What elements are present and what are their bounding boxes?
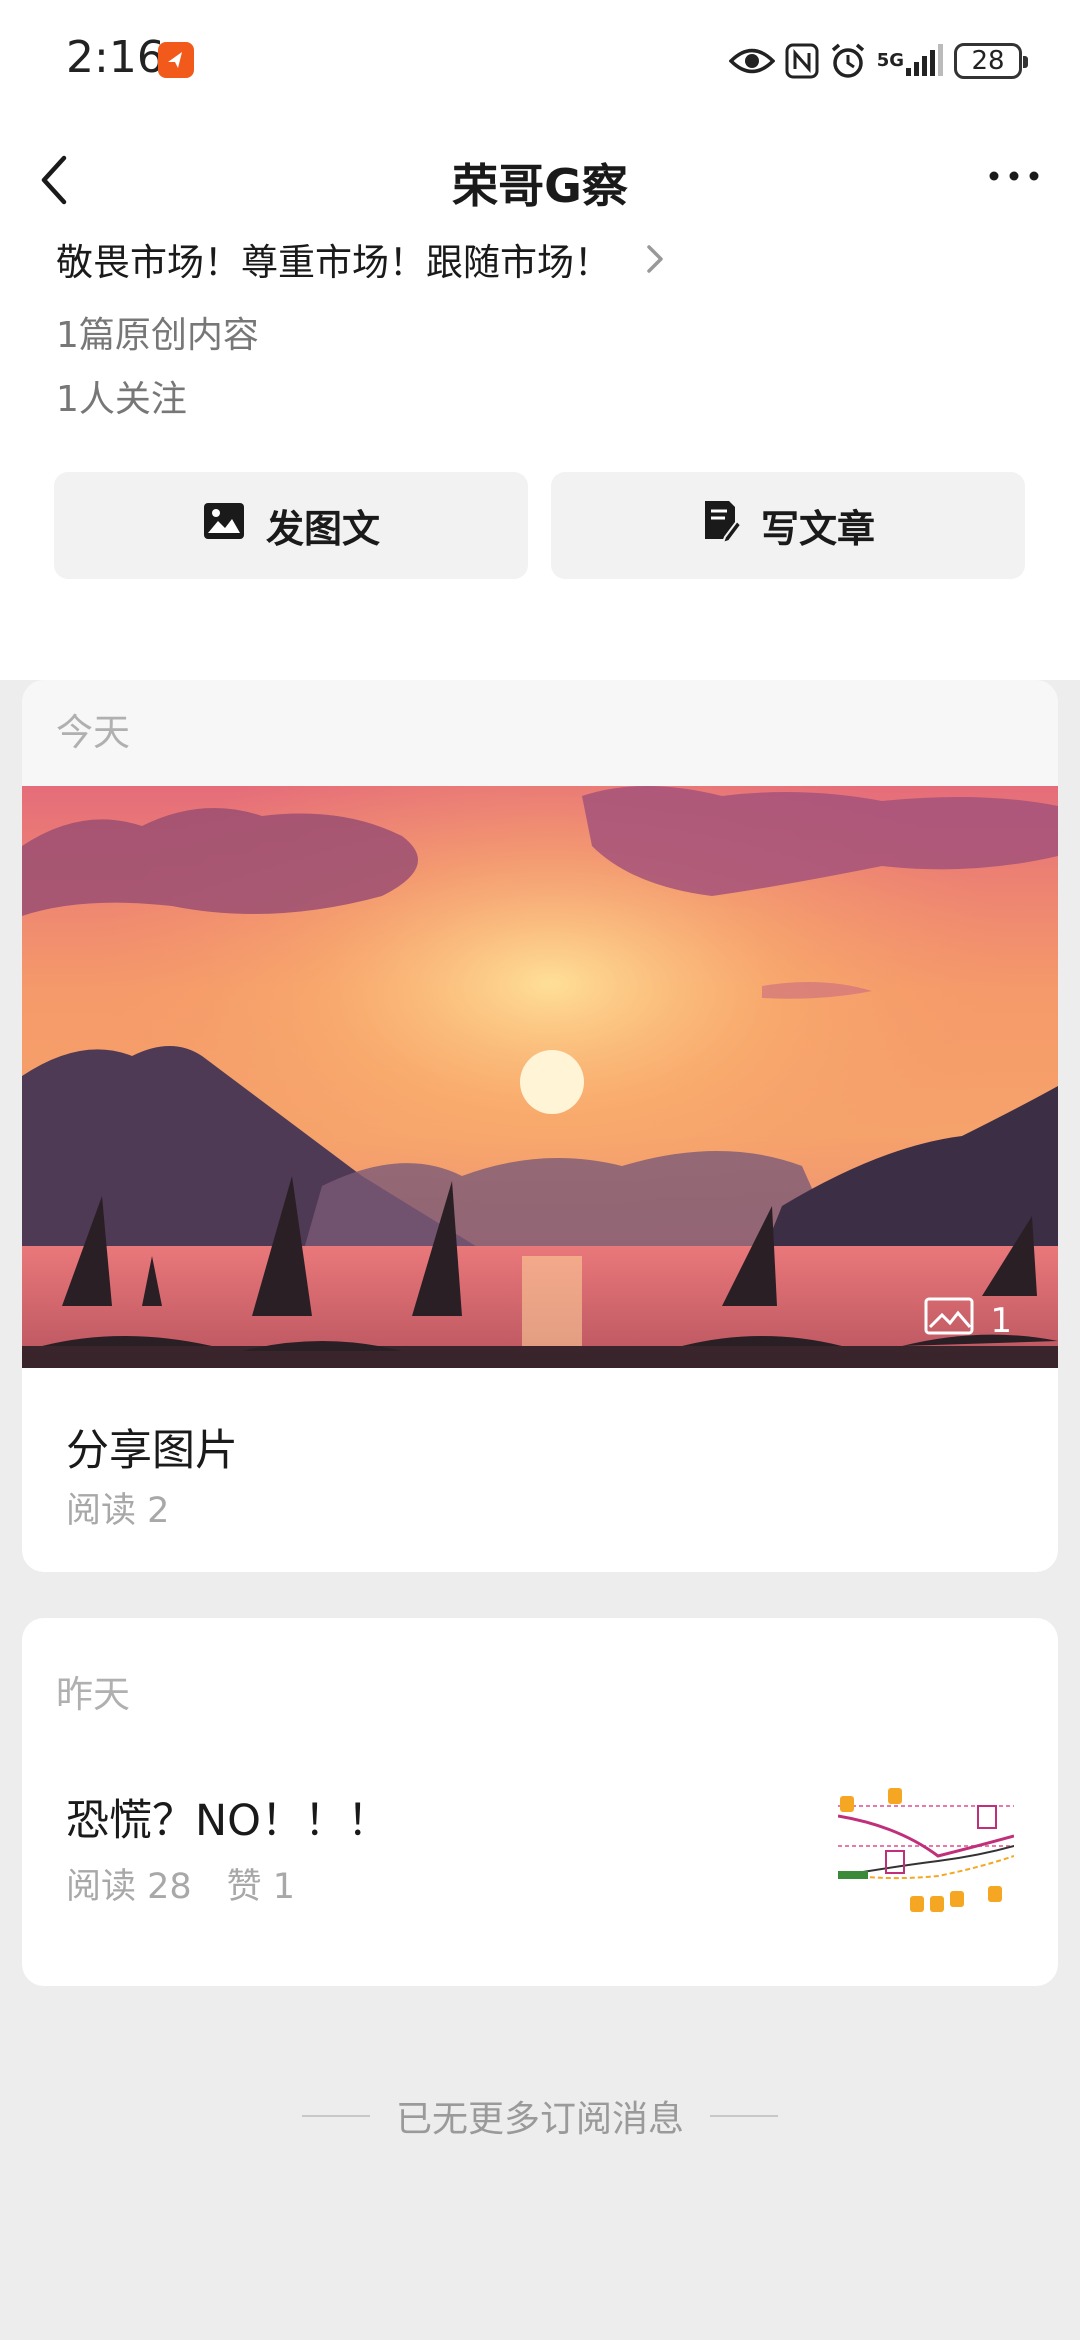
network-type: 5G xyxy=(876,50,904,71)
article-title: 恐慌？NO！！！ xyxy=(66,1796,391,1846)
day-label-yesterday: 昨天 xyxy=(56,1673,130,1716)
article-cover-image: 1 xyxy=(22,786,1058,1368)
image-count-badge: 1 xyxy=(924,1297,1012,1344)
eye-icon xyxy=(728,41,775,81)
group-card-yesterday: 昨天 恐慌？NO！！！ 阅读 28 赞 1 xyxy=(22,1618,1058,1986)
edit-document-icon xyxy=(701,499,743,552)
nfc-icon xyxy=(785,41,819,81)
follower-count: 1人关注 xyxy=(56,379,187,420)
article-thumbnail xyxy=(838,1786,1014,1928)
app-badge-icon xyxy=(158,42,194,78)
page-title: 荣哥G察 xyxy=(452,159,628,213)
image-count: 1 xyxy=(990,1300,1012,1341)
today-group-header xyxy=(22,680,1058,790)
divider xyxy=(301,2115,370,2117)
post-image-button[interactable]: 发图文 xyxy=(54,472,528,579)
profile-description-link[interactable]: 敬畏市场！尊重市场！跟随市场！ xyxy=(56,232,669,286)
write-article-button[interactable]: 写文章 xyxy=(551,472,1025,579)
nav-bar: 荣哥G察 xyxy=(0,140,1080,220)
chevron-right-icon xyxy=(641,239,669,279)
original-count: 1篇原创内容 xyxy=(56,315,259,356)
alarm-icon xyxy=(829,41,867,81)
article-meta: 阅读 28 赞 1 xyxy=(66,1867,296,1907)
battery-icon: 28 xyxy=(954,41,1028,81)
image-icon xyxy=(924,1297,974,1344)
more-dots-icon[interactable] xyxy=(984,156,1044,196)
divider xyxy=(710,2115,778,2117)
status-time: 2:16 xyxy=(66,32,165,83)
article-card-today[interactable]: 1 分享图片 阅读 2 xyxy=(22,786,1058,1572)
article-title: 分享图片 xyxy=(66,1426,238,1476)
battery-level: 28 xyxy=(954,43,1028,79)
day-label-today: 今天 xyxy=(56,711,130,754)
image-icon xyxy=(202,501,246,550)
article-meta: 阅读 2 xyxy=(66,1491,170,1531)
status-icons: 5G 28 xyxy=(728,38,1028,84)
profile-description: 敬畏市场！尊重市场！跟随市场！ xyxy=(56,241,611,284)
write-article-label: 写文章 xyxy=(760,507,875,551)
end-text: 已无更多订阅消息 xyxy=(395,2099,684,2140)
signal-icon: 5G xyxy=(877,41,944,81)
status-bar: 2:16 5G 28 xyxy=(0,0,1080,120)
post-image-label: 发图文 xyxy=(265,507,380,551)
end-of-list: 已无更多订阅消息 xyxy=(0,2090,1080,2142)
